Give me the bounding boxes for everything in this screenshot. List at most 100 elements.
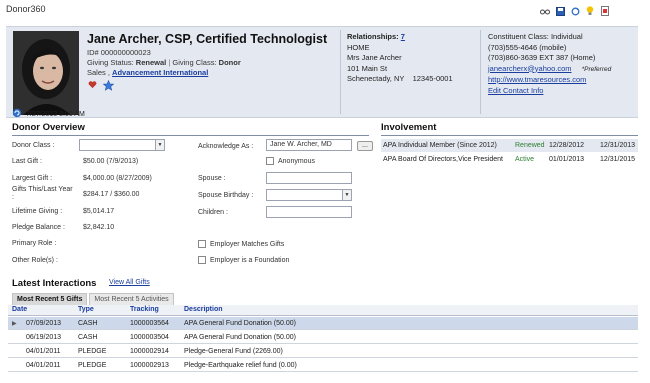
gift-date: 04/01/2011 xyxy=(26,361,61,369)
timestamp-row: 7/27/2013 3:00 AM xyxy=(12,108,85,120)
save-icon[interactable] xyxy=(555,6,565,16)
gift-tracking: 1000002913 xyxy=(130,361,169,369)
anonymous-row: Anonymous xyxy=(266,157,315,165)
company-link[interactable]: Advancement International xyxy=(112,68,208,77)
chevron-down-icon: ▼ xyxy=(342,190,351,200)
involvement-title: Involvement xyxy=(381,122,437,133)
donor-name: Jane Archer, CSP, Certified Technologist xyxy=(87,32,328,46)
preferred-note: *Preferred xyxy=(581,65,612,73)
involvement-end: 12/31/2013 xyxy=(600,142,636,149)
gift-description: Pledge-General Fund (2269.00) xyxy=(184,347,283,355)
relationships-count-link[interactable]: 7 xyxy=(401,32,405,41)
timestamp: 7/27/2013 3:00 AM xyxy=(26,110,85,118)
primary-role-label: Primary Role : xyxy=(12,240,57,247)
lightbulb-icon[interactable] xyxy=(585,6,595,16)
employer-matches-checkbox[interactable] xyxy=(198,240,206,248)
pledge-balance-label: Pledge Balance : xyxy=(12,224,65,231)
involvement-row[interactable]: APA Board Of Directors,Vice President Ac… xyxy=(381,153,638,166)
row-selector-icon: ▶ xyxy=(12,320,17,327)
address-type: HOME xyxy=(347,42,370,52)
column-header-description[interactable]: Description xyxy=(184,306,223,313)
employer-foundation-checkbox[interactable] xyxy=(198,256,206,264)
pledge-balance-value: $2,842.10 xyxy=(83,224,115,231)
column-header-date[interactable]: Date xyxy=(12,306,27,313)
giving-status-label: Giving Status: xyxy=(87,58,134,67)
gift-tracking: 1000002914 xyxy=(130,347,169,355)
view-all-gifts-link[interactable]: View All Gifts xyxy=(109,279,150,286)
sales-line: Sales , Advancement International xyxy=(87,68,208,77)
gift-date: 07/09/2013 xyxy=(26,319,62,327)
edit-contact-link[interactable]: Edit Contact Info xyxy=(488,86,543,95)
other-roles-label: Other Role(s) : xyxy=(12,257,58,264)
tab-recent-activities[interactable]: Most Recent 5 Activities xyxy=(89,293,174,305)
gift-date: 04/01/2011 xyxy=(26,347,61,355)
anonymous-checkbox[interactable] xyxy=(266,157,274,165)
employer-matches-row: Employer Matches Gifts xyxy=(198,240,284,248)
column-header-type[interactable]: Type xyxy=(78,306,94,313)
donor-photo xyxy=(13,31,79,115)
involvement-status: Active xyxy=(515,156,535,163)
gift-description: Pledge-Earthquake relief fund (0.00) xyxy=(184,361,297,369)
gifts-year-value: $284.17 / $360.00 xyxy=(83,191,140,198)
donor-overview-title: Donor Overview xyxy=(12,122,85,133)
glasses-icon[interactable] xyxy=(540,6,550,16)
website-link[interactable]: http://www.tmaresources.com xyxy=(488,75,586,84)
refresh-icon[interactable] xyxy=(12,108,22,120)
last-gift-label: Last Gift : xyxy=(12,158,42,165)
children-input[interactable] xyxy=(266,206,352,218)
phone-mobile: (703)555-4646 (mobile) xyxy=(488,42,567,52)
acknowledge-more-button[interactable]: ... xyxy=(357,141,373,151)
refresh-icon[interactable] xyxy=(570,6,580,16)
gift-type: CASH xyxy=(78,333,98,341)
interaction-tabs: Most Recent 5 Gifts Most Recent 5 Activi… xyxy=(12,293,174,305)
gift-tracking: 1000003504 xyxy=(130,333,169,341)
relationships-label: Relationships: xyxy=(347,32,399,41)
anonymous-label: Anonymous xyxy=(278,157,315,165)
export-icon[interactable] xyxy=(600,6,610,16)
donor-class-select[interactable]: ▼ xyxy=(79,139,165,151)
lifetime-giving-value: $5,014.17 xyxy=(83,208,115,215)
involvement-start: 01/01/2013 xyxy=(549,156,585,163)
column-header-tracking[interactable]: Tracking xyxy=(130,306,159,313)
involvement-name: APA Board Of Directors,Vice President xyxy=(383,156,503,163)
table-row[interactable]: 06/19/2013 CASH 1000003504 APA General F… xyxy=(8,331,638,344)
gift-tracking: 1000003564 xyxy=(130,319,169,327)
address-line1: Mrs Jane Archer xyxy=(347,53,402,62)
gifts-year-label: Gifts This/Last Year : xyxy=(12,186,73,201)
children-label: Children : xyxy=(198,209,228,216)
phone-home: (703)860-3639 EXT 387 (Home) xyxy=(488,53,596,62)
header-divider xyxy=(340,30,341,114)
giving-class-label: Giving Class: xyxy=(172,58,217,67)
email-link[interactable]: janearcherx@yahoo.com xyxy=(488,64,572,73)
tab-recent-gifts[interactable]: Most Recent 5 Gifts xyxy=(12,293,88,305)
acknowledge-input[interactable]: Jane W. Archer, MD xyxy=(266,139,352,151)
spouse-input[interactable] xyxy=(266,172,352,184)
relationships-block: Relationships: 7 HOME Mrs Jane Archer 10… xyxy=(347,32,453,85)
constituent-class: Constituent Class: Individual xyxy=(488,32,583,41)
address-line2: 101 Main St xyxy=(347,63,388,73)
table-row[interactable]: 04/01/2011 PLEDGE 1000002914 Pledge-Gene… xyxy=(8,345,638,358)
window-title: Donor360 xyxy=(6,4,46,14)
gift-date: 06/19/2013 xyxy=(26,333,62,341)
gift-type: PLEDGE xyxy=(78,347,107,355)
sales-label: Sales , xyxy=(87,68,110,77)
donor-id: ID# 000000000023 xyxy=(87,48,151,57)
donor-class-label: Donor Class : xyxy=(12,142,55,149)
address-line3: Schenectady, NY 12345-0001 xyxy=(347,74,453,83)
involvement-status: Renewed xyxy=(515,142,545,149)
latest-interactions-title: Latest Interactions xyxy=(12,278,97,289)
heart-icon xyxy=(88,80,97,93)
gift-description: APA General Fund Donation (50.00) xyxy=(184,333,296,341)
divider xyxy=(12,135,369,136)
involvement-start: 12/28/2012 xyxy=(549,142,585,149)
grid-header: Date Type Tracking Description xyxy=(8,305,638,316)
largest-gift-label: Largest Gift : xyxy=(12,175,53,182)
involvement-row[interactable]: APA Individual Member (Since 2012) Renew… xyxy=(381,139,638,152)
constituent-block: Constituent Class: Individual (703)555-4… xyxy=(488,32,636,96)
table-row[interactable]: 04/01/2011 PLEDGE 1000002913 Pledge-Eart… xyxy=(8,359,638,372)
gift-type: CASH xyxy=(78,319,98,327)
employer-foundation-row: Employer is a Foundation xyxy=(198,256,289,264)
spouse-birthday-select[interactable]: ▼ xyxy=(266,189,352,201)
table-row[interactable]: ▶ 07/09/2013 CASH 1000003564 APA General… xyxy=(8,317,638,330)
star-icon xyxy=(102,79,115,93)
